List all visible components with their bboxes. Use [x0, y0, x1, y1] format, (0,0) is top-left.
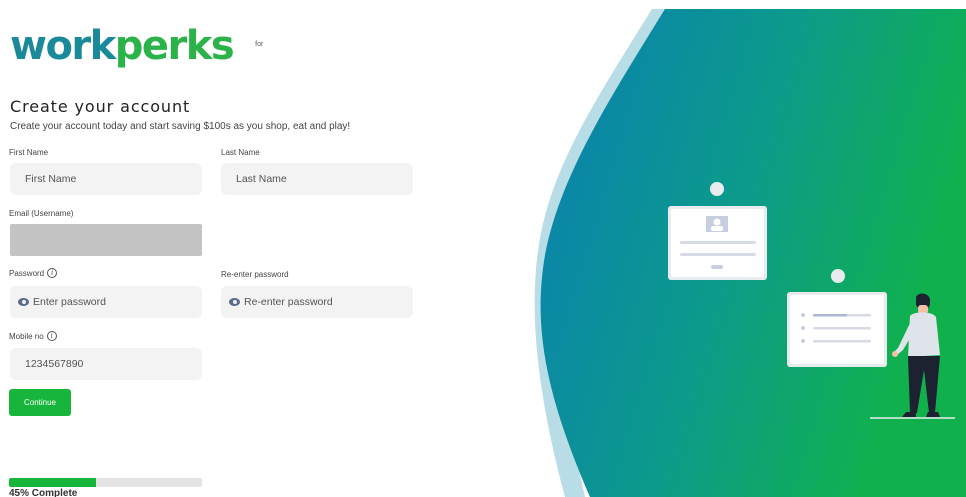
wave-shape	[540, 9, 966, 497]
reenter-password-label: Re-enter password	[221, 270, 289, 279]
first-name-label-text: First Name	[9, 148, 49, 157]
password-input[interactable]: Enter password	[10, 286, 202, 318]
id-card-icon	[668, 182, 767, 280]
workperks-logo: workperks	[10, 23, 235, 69]
mobile-label: Mobile no i	[9, 331, 57, 341]
reenter-password-input[interactable]: Re-enter password	[221, 286, 413, 318]
reenter-password-placeholder: Re-enter password	[244, 296, 333, 308]
first-name-placeholder: First Name	[25, 173, 77, 185]
first-name-input[interactable]: First Name	[10, 163, 202, 195]
logo-perks: perks	[114, 23, 235, 69]
email-label: Email (Username)	[9, 209, 73, 218]
mobile-info-icon[interactable]: i	[46, 331, 57, 341]
password-label-text: Password	[9, 268, 45, 278]
mobile-label-text: Mobile no	[9, 331, 44, 341]
logo-for-text: for	[255, 41, 264, 48]
page-subtitle: Create your account today and start savi…	[10, 121, 351, 132]
password-info-icon[interactable]: i	[47, 268, 58, 278]
last-name-input[interactable]: Last Name	[221, 163, 413, 195]
brand-header: workperks for	[10, 18, 263, 68]
page-title: Create your account	[10, 97, 191, 116]
wave-shadow-shape	[534, 9, 670, 497]
reenter-password-label-text: Re-enter password	[221, 270, 289, 279]
password-label: Password i	[9, 268, 58, 278]
last-name-label: Last Name	[221, 148, 260, 157]
progress-fill	[9, 478, 96, 487]
email-field[interactable]	[10, 224, 202, 256]
person-illustration	[870, 293, 955, 419]
eye-icon[interactable]	[229, 298, 240, 306]
progress-label: 45% Complete	[9, 488, 78, 497]
password-placeholder: Enter password	[33, 296, 106, 308]
first-name-label: First Name	[9, 148, 48, 157]
last-name-placeholder: Last Name	[236, 173, 287, 185]
email-label-text: Email (Username)	[9, 209, 74, 218]
last-name-label-text: Last Name	[221, 148, 260, 157]
mobile-input[interactable]: 1234567890	[10, 348, 202, 380]
mobile-placeholder: 1234567890	[25, 358, 84, 370]
progress-bar	[9, 478, 202, 487]
continue-button[interactable]: Continue	[9, 389, 71, 416]
logo-work: work	[10, 23, 116, 69]
document-card-icon	[787, 269, 887, 367]
eye-icon[interactable]	[18, 298, 29, 306]
